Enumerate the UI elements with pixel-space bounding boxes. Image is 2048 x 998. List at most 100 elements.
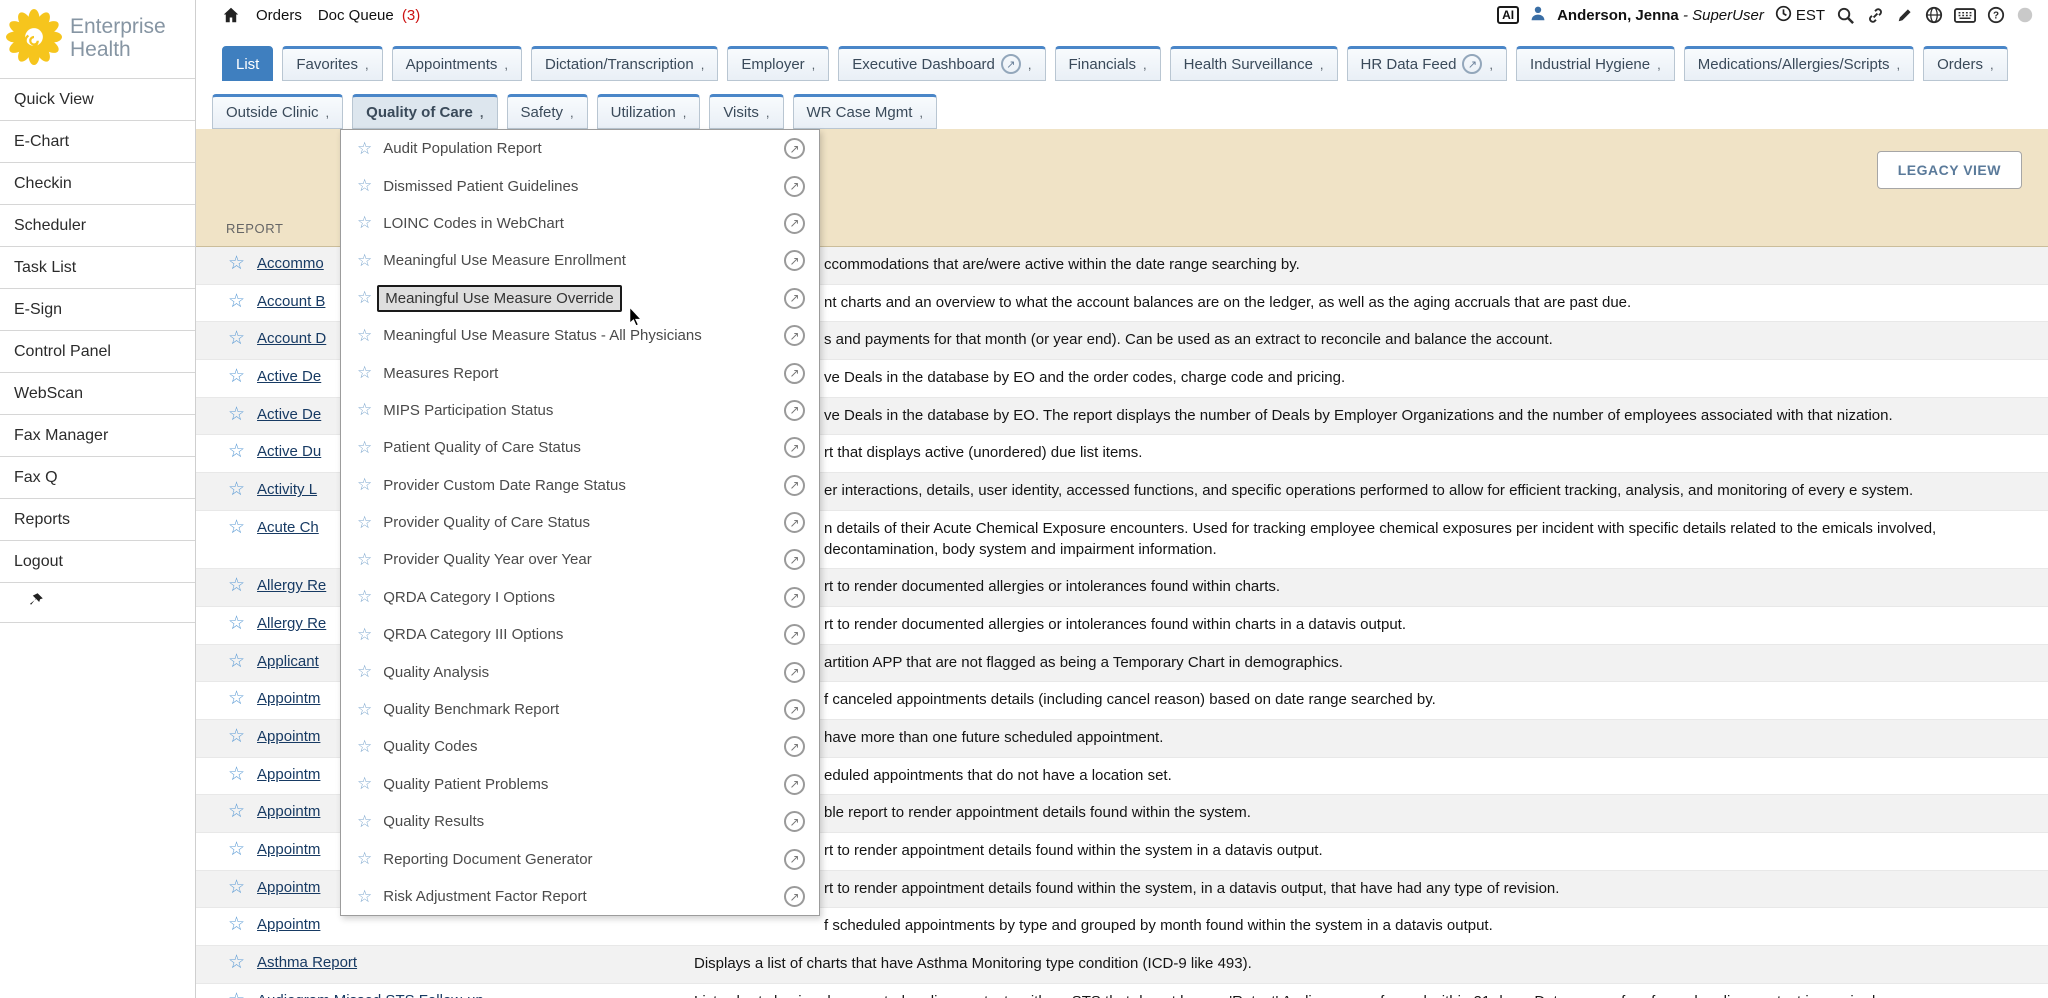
favorite-star-icon[interactable]: ☆ [357, 774, 372, 794]
tab[interactable]: Outside Clinic ↗ [212, 94, 343, 129]
sidebar-item[interactable]: Fax Manager [0, 415, 195, 457]
report-link[interactable]: Applicant [257, 651, 319, 670]
report-link[interactable]: Appointm [257, 914, 320, 933]
report-link[interactable]: Appointm [257, 688, 320, 707]
report-link[interactable]: Appointm [257, 877, 320, 896]
dropdown-item[interactable]: ☆ Quality Patient Problems ↗ [341, 766, 819, 803]
favorite-star-icon[interactable]: ☆ [357, 139, 372, 159]
tab[interactable]: Health Surveillance ↗ [1170, 46, 1338, 81]
favorite-star-icon[interactable]: ☆ [357, 251, 372, 271]
open-new-window-icon[interactable]: ↗ [784, 400, 805, 421]
user-menu[interactable]: Anderson, Jenna - SuperUser [1557, 7, 1764, 24]
report-link[interactable]: Appointm [257, 726, 320, 745]
open-new-window-icon[interactable]: ↗ [784, 325, 805, 346]
tab[interactable]: Appointments ↗ [392, 46, 522, 81]
favorite-star-icon[interactable]: ☆ [357, 812, 372, 832]
open-new-window-icon[interactable]: ↗ [784, 736, 805, 757]
favorite-star-icon[interactable]: ☆ [357, 700, 372, 720]
link-icon[interactable] [1866, 6, 1885, 25]
dropdown-item[interactable]: ☆ Meaningful Use Measure Override ↗ [341, 280, 819, 317]
favorite-star-icon[interactable]: ☆ [228, 291, 245, 313]
favorite-star-icon[interactable]: ☆ [357, 288, 372, 308]
favorite-star-icon[interactable]: ☆ [357, 475, 372, 495]
legacy-view-button[interactable]: LEGACY VIEW [1877, 151, 2022, 189]
open-new-window-icon[interactable]: ↗ [784, 437, 805, 458]
tab[interactable]: Orders ↗ [1923, 46, 2007, 81]
dropdown-item[interactable]: ☆ Quality Codes ↗ [341, 728, 819, 765]
report-link[interactable]: Active De [257, 366, 321, 385]
open-new-window-icon[interactable]: ↗ [784, 662, 805, 683]
dropdown-item[interactable]: ☆ LOINC Codes in WebChart ↗ [341, 205, 819, 242]
favorite-star-icon[interactable]: ☆ [357, 625, 372, 645]
report-link[interactable]: Active De [257, 404, 321, 423]
favorite-star-icon[interactable]: ☆ [228, 253, 245, 275]
open-new-window-icon[interactable]: ↗ [784, 213, 805, 234]
report-link[interactable]: Allergy Re [257, 575, 326, 594]
tab[interactable]: Favorites ↗ [282, 46, 382, 81]
app-logo[interactable]: Enterprise Health [0, 0, 195, 78]
tab[interactable]: Utilization ↗ [597, 94, 701, 129]
favorite-star-icon[interactable]: ☆ [228, 366, 245, 388]
report-link[interactable]: Appointm [257, 839, 320, 858]
favorite-star-icon[interactable]: ☆ [228, 328, 245, 350]
dropdown-item[interactable]: ☆ MIPS Participation Status ↗ [341, 392, 819, 429]
keyboard-icon[interactable] [1954, 8, 1976, 23]
globe-icon[interactable] [1925, 6, 1943, 24]
sidebar-item[interactable]: Control Panel [0, 331, 195, 373]
favorite-star-icon[interactable]: ☆ [357, 326, 372, 346]
tab[interactable]: Safety ↗ [507, 94, 588, 129]
tab[interactable]: List ↗ [222, 46, 273, 81]
tab[interactable]: Medications/Allergies/Scripts ↗ [1684, 46, 1914, 81]
topbar-link-orders[interactable]: Orders [256, 7, 302, 24]
open-new-window-icon[interactable]: ↗ [784, 624, 805, 645]
report-link[interactable]: Account B [257, 291, 325, 310]
dropdown-item[interactable]: ☆ Quality Analysis ↗ [341, 653, 819, 690]
favorite-star-icon[interactable]: ☆ [228, 517, 245, 539]
dropdown-item[interactable]: ☆ Provider Quality Year over Year ↗ [341, 541, 819, 578]
report-link[interactable]: Appointm [257, 764, 320, 783]
favorite-star-icon[interactable]: ☆ [228, 688, 245, 710]
sidebar-item[interactable]: Quick View [0, 79, 195, 121]
dropdown-item[interactable]: ☆ Audit Population Report ↗ [341, 130, 819, 167]
sidebar-item[interactable]: WebScan [0, 373, 195, 415]
sidebar-item[interactable]: Reports [0, 499, 195, 541]
favorite-star-icon[interactable]: ☆ [228, 613, 245, 635]
open-new-window-icon[interactable]: ↗ [784, 475, 805, 496]
favorite-star-icon[interactable]: ☆ [357, 587, 372, 607]
report-link[interactable]: Allergy Re [257, 613, 326, 632]
sidebar-item[interactable]: Task List [0, 247, 195, 289]
sidebar-item[interactable]: Scheduler [0, 205, 195, 247]
open-new-window-icon[interactable]: ↗ [784, 587, 805, 608]
favorite-star-icon[interactable]: ☆ [357, 176, 372, 196]
favorite-star-icon[interactable]: ☆ [228, 575, 245, 597]
dropdown-item[interactable]: ☆ Quality Benchmark Report ↗ [341, 691, 819, 728]
favorite-star-icon[interactable]: ☆ [228, 479, 245, 501]
dropdown-item[interactable]: ☆ QRDA Category I Options ↗ [341, 579, 819, 616]
tab[interactable]: Employer ↗ [727, 46, 829, 81]
open-new-window-icon[interactable]: ↗ [784, 699, 805, 720]
open-new-window-icon[interactable]: ↗ [784, 176, 805, 197]
timezone-control[interactable]: EST [1775, 5, 1825, 26]
tab[interactable]: Executive Dashboard ↗ [838, 46, 1045, 81]
dropdown-item[interactable]: ☆ Meaningful Use Measure Enrollment ↗ [341, 242, 819, 279]
tab[interactable]: WR Case Mgmt ↗ [793, 94, 937, 129]
ai-extension-badge[interactable]: AI [1497, 6, 1519, 24]
home-icon[interactable] [222, 6, 240, 24]
favorite-star-icon[interactable]: ☆ [357, 213, 372, 233]
favorite-star-icon[interactable]: ☆ [357, 400, 372, 420]
report-link[interactable]: Appointm [257, 801, 320, 820]
favorite-star-icon[interactable]: ☆ [228, 441, 245, 463]
dropdown-item[interactable]: ☆ Quality Results ↗ [341, 803, 819, 840]
dropdown-item[interactable]: ☆ Provider Custom Date Range Status ↗ [341, 467, 819, 504]
dropdown-item[interactable]: ☆ Meaningful Use Measure Status - All Ph… [341, 317, 819, 354]
dropdown-item[interactable]: ☆ Reporting Document Generator ↗ [341, 840, 819, 877]
report-link[interactable]: Audiogram Missed STS Follow-up [257, 990, 484, 998]
tab[interactable]: HR Data Feed ↗ [1347, 46, 1508, 81]
report-link[interactable]: Account D [257, 328, 326, 347]
dropdown-item[interactable]: ☆ Risk Adjustment Factor Report ↗ [341, 878, 819, 915]
topbar-link-doc-queue[interactable]: Doc Queue (3) [318, 7, 420, 24]
favorite-star-icon[interactable]: ☆ [357, 363, 372, 383]
dropdown-item[interactable]: ☆ Measures Report ↗ [341, 354, 819, 391]
open-new-window-icon[interactable]: ↗ [784, 138, 805, 159]
tab[interactable]: Dictation/Transcription ↗ [531, 46, 718, 81]
